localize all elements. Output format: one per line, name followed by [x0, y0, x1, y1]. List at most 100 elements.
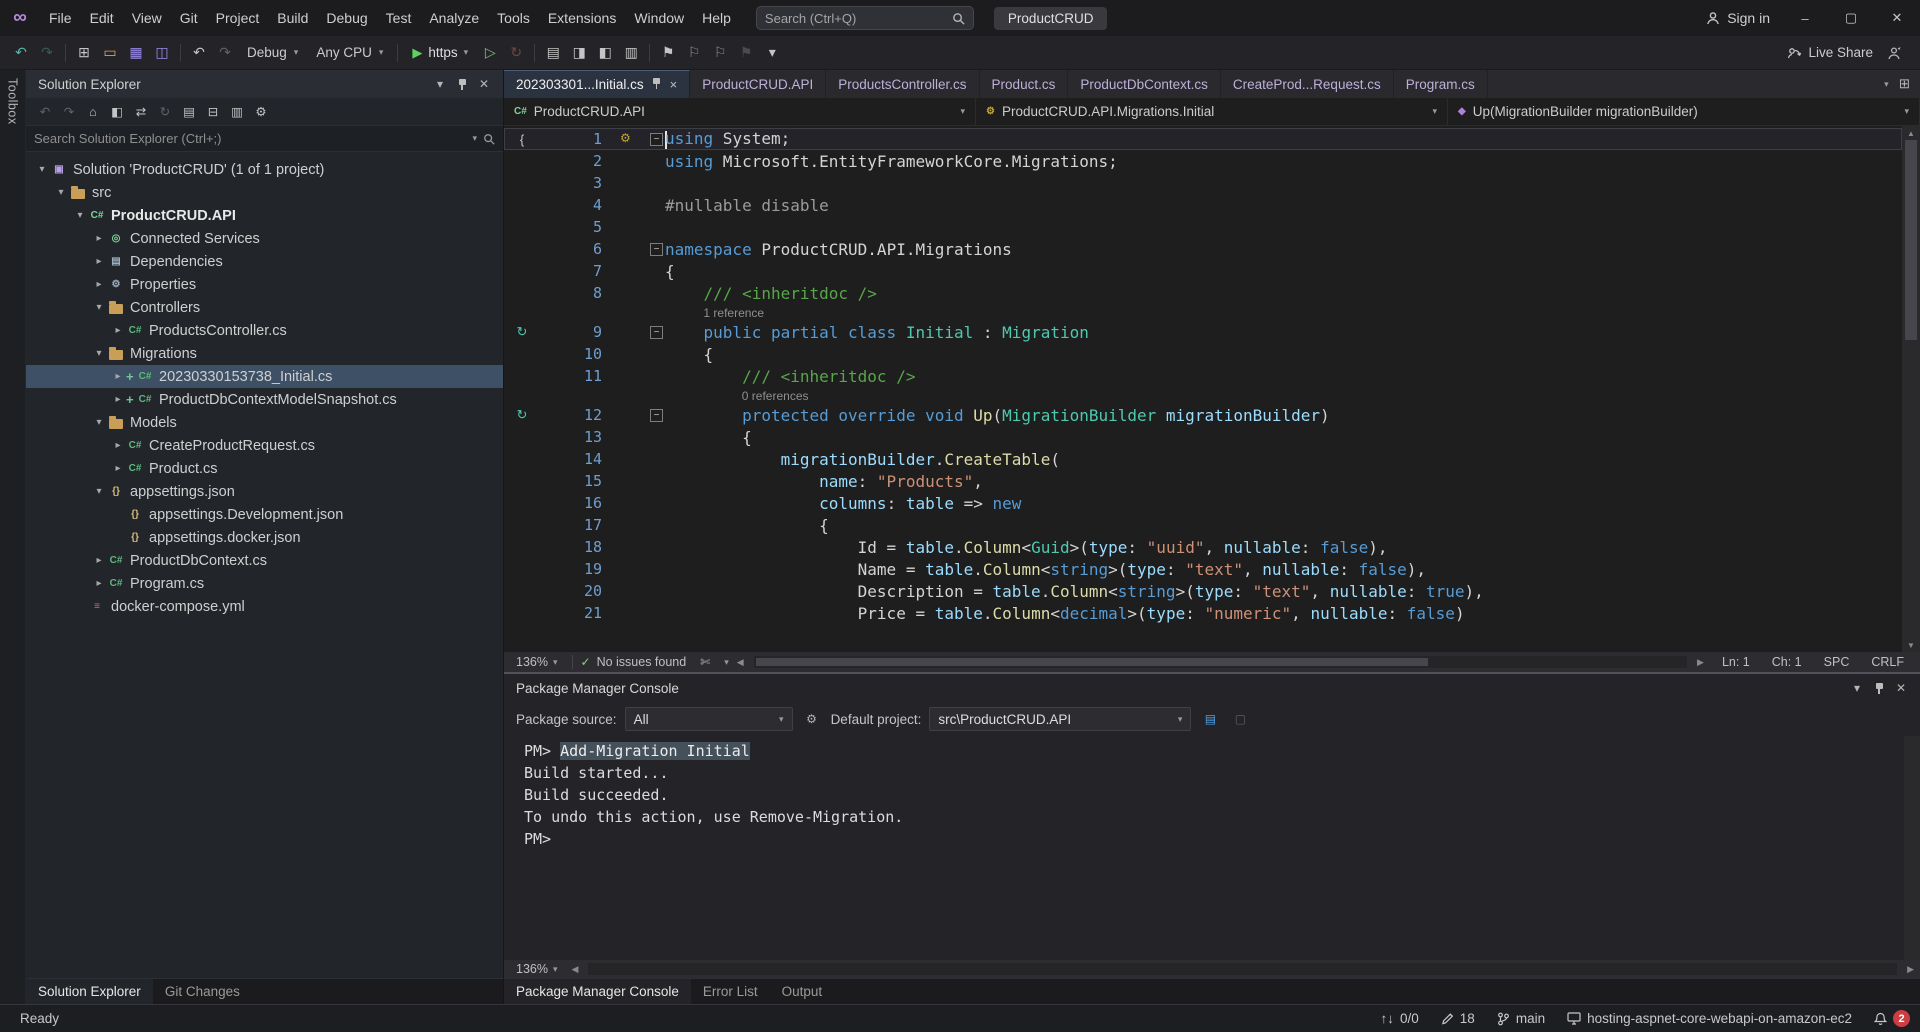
- tree-item[interactable]: ▾Models: [26, 411, 503, 434]
- sign-in-button[interactable]: Sign in: [1694, 10, 1782, 26]
- document-tab[interactable]: Program.cs: [1394, 70, 1488, 98]
- tree-collapse-icon[interactable]: ▾: [91, 348, 107, 359]
- se-switch-views-icon[interactable]: ◧: [106, 101, 128, 123]
- menu-item-view[interactable]: View: [123, 0, 171, 36]
- tree-item[interactable]: ▾src: [26, 181, 503, 204]
- open-folder-icon[interactable]: ▭: [97, 40, 123, 66]
- console-output[interactable]: PM> Add-Migration InitialBuild started..…: [504, 736, 1920, 960]
- code-line[interactable]: {1−using System;⚙: [504, 128, 1902, 150]
- redo-icon[interactable]: ↷: [212, 40, 238, 66]
- solution-explorer-search-input[interactable]: Search Solution Explorer (Ctrl+;) ▾: [26, 126, 503, 152]
- document-tab[interactable]: 202303301...Initial.cs×: [504, 70, 690, 98]
- panel-tab-output[interactable]: Output: [770, 979, 835, 1004]
- menu-item-analyze[interactable]: Analyze: [420, 0, 488, 36]
- se-sync-active-document-icon[interactable]: ⇄: [130, 101, 152, 123]
- tree-item[interactable]: ▸◎Connected Services: [26, 227, 503, 250]
- tree-item[interactable]: {}appsettings.docker.json: [26, 526, 503, 549]
- tree-item[interactable]: ▸+C#20230330153738_Initial.cs: [26, 365, 503, 388]
- search-input[interactable]: Search (Ctrl+Q): [756, 6, 974, 30]
- panel-tab-error-list[interactable]: Error List: [691, 979, 770, 1004]
- breadcrumb-segment[interactable]: ◆Up(MigrationBuilder migrationBuilder)▾: [1448, 98, 1920, 125]
- tree-collapse-icon[interactable]: ▾: [72, 210, 88, 221]
- editor-zoom-dropdown[interactable]: 136% ▾: [510, 655, 564, 669]
- code-line[interactable]: 16 columns: table => new: [504, 492, 1902, 514]
- breadcrumb-segment[interactable]: ⚙ProductCRUD.API.Migrations.Initial▾: [976, 98, 1448, 125]
- menu-item-tools[interactable]: Tools: [488, 0, 539, 36]
- clear-bookmarks-icon[interactable]: ⚑: [733, 40, 759, 66]
- vertical-scrollbar-thumb[interactable]: [1905, 140, 1917, 340]
- repository-selector[interactable]: hosting-aspnet-core-webapi-on-amazon-ec2: [1567, 1011, 1852, 1026]
- fold-toggle-icon[interactable]: −: [650, 409, 663, 422]
- menu-item-extensions[interactable]: Extensions: [539, 0, 625, 36]
- hot-reload-icon[interactable]: ↻: [503, 40, 529, 66]
- toggle-bookmark-icon[interactable]: ⚑: [655, 40, 681, 66]
- code-line[interactable]: 3: [504, 172, 1902, 194]
- panel-tab-git-changes[interactable]: Git Changes: [153, 979, 252, 1004]
- start-debugging-button[interactable]: ▶https▾: [403, 42, 477, 64]
- pin-icon[interactable]: [652, 77, 662, 92]
- close-button[interactable]: ✕: [1874, 0, 1920, 36]
- menu-item-file[interactable]: File: [40, 0, 81, 36]
- se-nesting-icon[interactable]: ▤: [178, 101, 200, 123]
- tree-collapse-icon[interactable]: ▾: [91, 302, 107, 313]
- tree-expand-icon[interactable]: ▸: [91, 233, 107, 244]
- scroll-down-icon[interactable]: ▼: [1902, 638, 1920, 652]
- output-window-icon[interactable]: ▥: [618, 40, 644, 66]
- package-source-settings-gear-icon[interactable]: ⚙: [801, 708, 823, 730]
- se-show-all-files-icon[interactable]: ▥: [226, 101, 248, 123]
- code-line[interactable]: 20 Description = table.Column<string>(ty…: [504, 580, 1902, 602]
- tree-item[interactable]: {}appsettings.Development.json: [26, 503, 503, 526]
- tree-collapse-icon[interactable]: ▾: [53, 187, 69, 198]
- notifications-button[interactable]: 2: [1874, 1010, 1910, 1027]
- chevron-down-icon[interactable]: ▾: [724, 657, 729, 668]
- pin-icon[interactable]: [451, 73, 473, 95]
- pending-changes-status[interactable]: 18: [1441, 1011, 1475, 1026]
- horizontal-scrollbar-thumb[interactable]: [756, 658, 1428, 666]
- minimize-button[interactable]: –: [1782, 0, 1828, 36]
- stop-command-icon[interactable]: ▢: [1229, 708, 1251, 730]
- code-line[interactable]: 11 /// <inheritdoc />: [504, 365, 1902, 387]
- feedback-icon[interactable]: [1887, 46, 1902, 60]
- document-tab[interactable]: ProductDbContext.cs: [1068, 70, 1221, 98]
- tree-item[interactable]: ▾Migrations: [26, 342, 503, 365]
- document-list-chevron-icon[interactable]: ▾: [1884, 79, 1889, 90]
- vertical-scrollbar[interactable]: ▲ ▼: [1902, 126, 1920, 652]
- code-line[interactable]: 13 {: [504, 426, 1902, 448]
- chevron-down-icon[interactable]: ▾: [429, 73, 451, 95]
- tree-collapse-icon[interactable]: ▾: [91, 486, 107, 497]
- chevron-down-icon[interactable]: ▾: [960, 106, 965, 117]
- tree-expand-icon[interactable]: ▸: [91, 256, 107, 267]
- tree-expand-icon[interactable]: ▸: [110, 440, 126, 451]
- se-properties-icon[interactable]: ⚙: [250, 101, 272, 123]
- platform-dropdown[interactable]: Any CPU▾: [307, 42, 392, 63]
- tree-collapse-icon[interactable]: ▾: [34, 164, 50, 175]
- new-tab-icon[interactable]: ⊞: [1899, 76, 1910, 92]
- tree-expand-icon[interactable]: ▸: [110, 371, 126, 382]
- tree-collapse-icon[interactable]: ▾: [91, 417, 107, 428]
- chevron-down-icon[interactable]: ▾: [472, 133, 477, 144]
- menu-item-window[interactable]: Window: [625, 0, 693, 36]
- scroll-right-icon[interactable]: ▶: [1907, 964, 1914, 975]
- panel-tab-package-manager-console[interactable]: Package Manager Console: [504, 979, 691, 1004]
- se-home-icon[interactable]: ⌂: [82, 101, 104, 123]
- menu-item-test[interactable]: Test: [377, 0, 421, 36]
- code-cleanup-icon[interactable]: ✄: [694, 651, 716, 673]
- code-line[interactable]: 8 /// <inheritdoc />: [504, 282, 1902, 304]
- tree-item[interactable]: ▸+C#ProductDbContextModelSnapshot.cs: [26, 388, 503, 411]
- clear-console-icon[interactable]: ▤: [1199, 708, 1221, 730]
- new-project-icon[interactable]: ⊞: [71, 40, 97, 66]
- scroll-up-icon[interactable]: ▲: [1902, 126, 1920, 140]
- code-line[interactable]: 4#nullable disable: [504, 194, 1902, 216]
- document-tab[interactable]: Product.cs: [980, 70, 1069, 98]
- package-source-select[interactable]: All ▾: [625, 707, 793, 731]
- codelens-label[interactable]: 1 reference: [703, 306, 764, 320]
- live-share-button[interactable]: Live Share: [1787, 45, 1873, 60]
- document-tab[interactable]: CreateProd...Request.cs: [1221, 70, 1394, 98]
- fold-toggle-icon[interactable]: −: [650, 243, 663, 256]
- document-tab[interactable]: ProductsController.cs: [826, 70, 979, 98]
- next-bookmark-icon[interactable]: ⚐: [707, 40, 733, 66]
- code-line[interactable]: ↻12− protected override void Up(Migratio…: [504, 404, 1902, 426]
- configuration-dropdown[interactable]: Debug▾: [238, 42, 307, 63]
- navigate-back-icon[interactable]: ↶: [8, 40, 34, 66]
- se-back-icon[interactable]: ↶: [34, 101, 56, 123]
